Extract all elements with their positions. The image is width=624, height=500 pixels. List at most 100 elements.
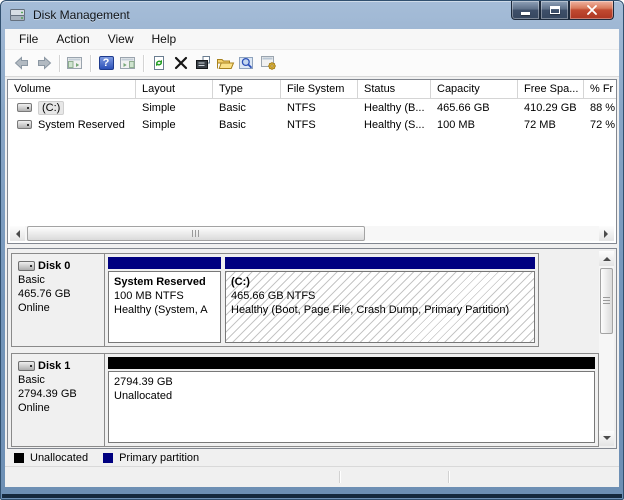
disk-size: 2794.39 GB xyxy=(18,387,102,401)
volume-list-header: Volume Layout Type File System Status Ca… xyxy=(8,80,616,99)
menu-help[interactable]: Help xyxy=(143,30,186,48)
grip-icon xyxy=(192,230,200,237)
volume-free-space: 410.29 GB xyxy=(518,102,584,114)
disk-type: Basic xyxy=(18,273,102,287)
status-divider xyxy=(339,471,340,483)
close-button[interactable] xyxy=(569,1,614,20)
volume-file-system: NTFS xyxy=(281,119,358,131)
toolbar-separator xyxy=(90,55,91,72)
open-folder-icon[interactable] xyxy=(214,53,236,73)
legend-item-primary-partition: Primary partition xyxy=(103,452,199,464)
column-header-status[interactable]: Status xyxy=(358,80,431,98)
title-bar[interactable]: Disk Management xyxy=(1,1,623,29)
status-divider xyxy=(448,471,449,483)
volume-pct-free: 88 % xyxy=(584,102,616,114)
legend-bar: Unallocated Primary partition xyxy=(5,449,619,466)
back-icon[interactable] xyxy=(11,53,33,73)
column-header-layout[interactable]: Layout xyxy=(136,80,213,98)
refresh-icon[interactable] xyxy=(148,53,170,73)
volume-status: Healthy (S... xyxy=(358,119,431,131)
disk-1-label[interactable]: Disk 1 Basic 2794.39 GB Online xyxy=(12,354,105,446)
disk-0-label[interactable]: Disk 0 Basic 465.76 GB Online xyxy=(12,254,105,346)
scrollbar-track[interactable] xyxy=(25,226,599,241)
volume-name: (C:) xyxy=(38,101,64,115)
partition-label: System Reserved xyxy=(114,275,220,289)
table-row[interactable]: (C:) Simple Basic NTFS Healthy (B... 465… xyxy=(8,99,616,116)
arrow-left-icon xyxy=(12,230,20,238)
find-icon[interactable] xyxy=(236,53,258,73)
minimize-icon xyxy=(521,12,530,15)
horizontal-scrollbar[interactable] xyxy=(10,226,614,241)
arrow-right-icon xyxy=(604,230,612,238)
show-action-pane-icon[interactable] xyxy=(117,53,139,73)
unallocated-region[interactable]: 2794.39 GB Unallocated xyxy=(108,357,595,443)
properties-icon[interactable] xyxy=(192,53,214,73)
table-row[interactable]: System Reserved Simple Basic NTFS Health… xyxy=(8,116,616,133)
volume-status: Healthy (B... xyxy=(358,102,431,114)
maximize-icon xyxy=(550,6,560,14)
disk-row: Disk 0 Basic 465.76 GB Online System Res… xyxy=(11,253,539,347)
maximize-button[interactable] xyxy=(540,1,569,20)
client-area: File Action View Help xyxy=(5,29,619,487)
partition-status: Healthy (Boot, Page File, Crash Dump, Pr… xyxy=(231,303,534,317)
partition-label: (C:) xyxy=(231,275,534,289)
partition-status: Healthy (System, A xyxy=(114,303,220,317)
volume-file-system: NTFS xyxy=(281,102,358,114)
volume-drive-icon xyxy=(17,103,32,112)
column-header-capacity[interactable]: Capacity xyxy=(431,80,518,98)
disk-0-partitions: System Reserved 100 MB NTFS Healthy (Sys… xyxy=(105,254,539,346)
graphical-view-pane: Disk 0 Basic 465.76 GB Online System Res… xyxy=(7,248,617,449)
disk-icon xyxy=(18,261,35,271)
volume-pct-free: 72 % xyxy=(584,119,616,131)
menu-view[interactable]: View xyxy=(99,30,143,48)
show-console-tree-icon[interactable] xyxy=(64,53,86,73)
legend-label: Primary partition xyxy=(119,452,199,464)
scrollbar-thumb[interactable] xyxy=(27,226,365,241)
toolbar: ? xyxy=(5,50,619,77)
column-header-free-space[interactable]: Free Spa... xyxy=(518,80,584,98)
column-header-file-system[interactable]: File System xyxy=(281,80,358,98)
toolbar-separator xyxy=(143,55,144,72)
vertical-scrollbar[interactable] xyxy=(599,251,614,446)
partition-system-reserved[interactable]: System Reserved 100 MB NTFS Healthy (Sys… xyxy=(108,257,221,343)
minimize-button[interactable] xyxy=(511,1,540,20)
scroll-down-button[interactable] xyxy=(599,431,614,446)
region-size: 2794.39 GB xyxy=(114,375,594,389)
disk-type: Basic xyxy=(18,373,102,387)
column-header-volume[interactable]: Volume xyxy=(8,80,136,98)
arrow-down-icon xyxy=(603,436,611,444)
disk-size: 465.76 GB xyxy=(18,287,102,301)
toolbar-separator xyxy=(59,55,60,72)
disk-icon xyxy=(18,361,35,371)
volume-capacity: 100 MB xyxy=(431,119,518,131)
column-header-type[interactable]: Type xyxy=(213,80,281,98)
disk-name: Disk 0 xyxy=(38,259,70,273)
app-icon xyxy=(9,7,27,23)
column-header-pct-free[interactable]: % Fr xyxy=(584,80,616,98)
forward-icon[interactable] xyxy=(33,53,55,73)
help-icon[interactable]: ? xyxy=(95,53,117,73)
arrow-up-icon xyxy=(603,253,611,261)
partition-size: 465.66 GB NTFS xyxy=(231,289,534,303)
disk-status: Online xyxy=(18,301,102,315)
status-bar xyxy=(5,466,619,487)
primary-partition-swatch-icon xyxy=(103,453,113,463)
partition-c[interactable]: (C:) 465.66 GB NTFS Healthy (Boot, Page … xyxy=(225,257,535,343)
volume-list-pane: Volume Layout Type File System Status Ca… xyxy=(7,79,617,244)
disk-1-partitions: 2794.39 GB Unallocated xyxy=(105,354,598,446)
menu-file[interactable]: File xyxy=(10,30,47,48)
partition-color-bar xyxy=(108,357,595,369)
volume-layout: Simple xyxy=(136,102,213,114)
disk-name: Disk 1 xyxy=(38,359,70,373)
partition-size: 100 MB NTFS xyxy=(114,289,220,303)
volume-capacity: 465.66 GB xyxy=(431,102,518,114)
manage-settings-icon[interactable] xyxy=(258,53,280,73)
scrollbar-thumb[interactable] xyxy=(600,268,613,334)
scroll-right-button[interactable] xyxy=(599,226,614,241)
delete-icon[interactable] xyxy=(170,53,192,73)
scroll-left-button[interactable] xyxy=(10,226,25,241)
menu-action[interactable]: Action xyxy=(47,30,98,48)
window-title: Disk Management xyxy=(33,8,130,22)
volume-free-space: 72 MB xyxy=(518,119,584,131)
scroll-up-button[interactable] xyxy=(599,251,614,266)
